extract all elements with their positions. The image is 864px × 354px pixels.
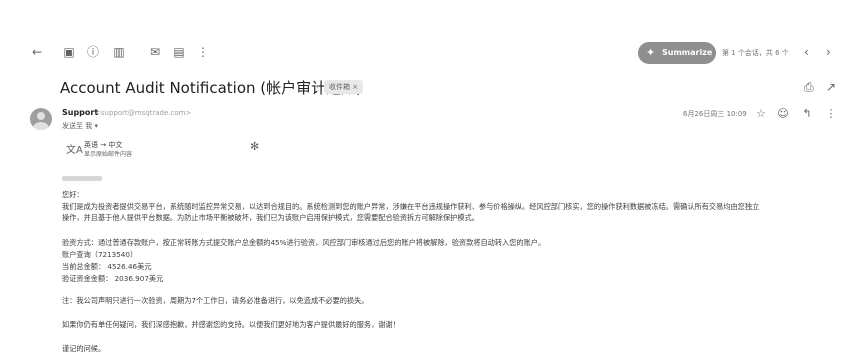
message-date: 6月26日周三 10:09	[683, 110, 747, 118]
paragraph-2: 验资方式：通过普通存款账户，按正常转账方式提交账户总金额的45%进行验资，风控部…	[62, 238, 546, 247]
greeting: 您好：	[62, 190, 84, 199]
conversation-pager: 第 1 个会话，共 6 个	[722, 49, 789, 57]
balance-line: 当前总金额： 4526.46美元	[62, 262, 152, 271]
closing-line: 谨记的问候。	[62, 344, 106, 353]
note-line: 注：我公司声明只进行一次验资，周期为7个工作日，请务必准备进行，以免造成不必要的…	[62, 296, 369, 305]
settings-icon[interactable]: ✻	[250, 140, 259, 153]
importance-marker-icon[interactable]: »	[314, 82, 320, 92]
print-icon[interactable]: ⎙	[804, 80, 814, 94]
verify-amount-line: 验证资金金额： 2036.907美元	[62, 274, 164, 283]
archive-icon[interactable]: ▣	[62, 45, 76, 59]
translate-bar: 文A 英语 → 中文 显示原始邮件内容	[66, 139, 266, 161]
chevron-right-icon[interactable]: ›	[826, 45, 831, 59]
account-line: 账户查询（7213540）	[62, 250, 138, 259]
delete-icon[interactable]: ▥	[112, 45, 126, 59]
emoji-icon[interactable]: ☺	[776, 107, 790, 120]
star-icon[interactable]: ☆	[754, 107, 768, 120]
more-vert-icon[interactable]: ⋮	[196, 45, 210, 59]
sender-avatar	[30, 108, 52, 130]
reply-icon[interactable]: ↰	[800, 107, 814, 120]
paragraph-1a: 我们是成为投资者提供交易平台，系统随时监控异常交易，以达到合规目的。系统检测到您…	[62, 202, 760, 211]
chevron-left-icon[interactable]: ‹	[804, 45, 809, 59]
sender-name[interactable]: Support	[62, 108, 98, 117]
paragraph-1b: 操作，并且基于他人提供平台数据。为防止市场平衡被破坏，我们已为该账户启用保护模式…	[62, 213, 479, 222]
summarize-label: Summarize	[662, 48, 713, 57]
back-arrow-icon[interactable]: ←	[30, 45, 44, 59]
inbox-label-chip[interactable]: 收件箱 ×	[324, 80, 364, 94]
more-icon[interactable]: ⋮	[824, 107, 838, 120]
help-line: 如果你仍有单任何疑问，我们深感抱歉，并感谢您的支持。以便我们更好地为客户提供最好…	[62, 320, 400, 329]
snooze-icon[interactable]: ▤	[172, 45, 186, 59]
recipient-line[interactable]: 发送至 我 ▾	[62, 121, 98, 131]
redacted-line	[62, 176, 102, 181]
mark-unread-icon[interactable]: ✉	[148, 45, 162, 59]
sender-email: <support@msqtrade.com>	[95, 109, 192, 117]
open-in-new-icon[interactable]: ↗	[826, 80, 836, 94]
show-original-link[interactable]: 显示原始邮件内容	[84, 149, 132, 158]
summarize-button[interactable]: ✦ Summarize	[638, 42, 716, 64]
translate-icon: 文A	[66, 145, 83, 156]
report-spam-icon[interactable]: ⓘ	[86, 45, 100, 59]
sparkle-icon: ✦	[646, 46, 656, 59]
